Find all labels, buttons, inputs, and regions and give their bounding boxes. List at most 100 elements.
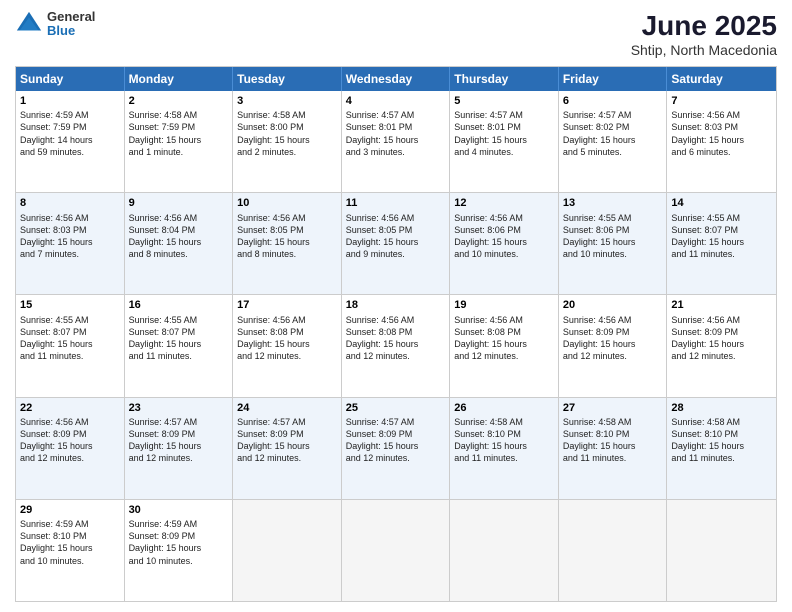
day-number: 14 <box>671 196 772 210</box>
day-number: 30 <box>129 503 229 517</box>
cell-info: Sunrise: 4:56 AM Sunset: 8:06 PM Dayligh… <box>454 212 554 261</box>
day-number: 3 <box>237 94 337 108</box>
calendar-cell: 10Sunrise: 4:56 AM Sunset: 8:05 PM Dayli… <box>233 193 342 294</box>
logo: General Blue <box>15 10 95 39</box>
logo-general: General <box>47 10 95 24</box>
calendar-cell <box>559 500 668 601</box>
calendar-cell: 19Sunrise: 4:56 AM Sunset: 8:08 PM Dayli… <box>450 295 559 396</box>
calendar-cell: 24Sunrise: 4:57 AM Sunset: 8:09 PM Dayli… <box>233 398 342 499</box>
cell-info: Sunrise: 4:56 AM Sunset: 8:09 PM Dayligh… <box>563 314 663 363</box>
calendar-header-cell: Thursday <box>450 67 559 91</box>
calendar-cell: 23Sunrise: 4:57 AM Sunset: 8:09 PM Dayli… <box>125 398 234 499</box>
day-number: 19 <box>454 298 554 312</box>
cell-info: Sunrise: 4:56 AM Sunset: 8:05 PM Dayligh… <box>346 212 446 261</box>
calendar-cell: 4Sunrise: 4:57 AM Sunset: 8:01 PM Daylig… <box>342 91 451 192</box>
cell-info: Sunrise: 4:56 AM Sunset: 8:04 PM Dayligh… <box>129 212 229 261</box>
day-number: 26 <box>454 401 554 415</box>
logo-blue: Blue <box>47 24 95 38</box>
day-number: 24 <box>237 401 337 415</box>
calendar-cell: 3Sunrise: 4:58 AM Sunset: 8:00 PM Daylig… <box>233 91 342 192</box>
calendar-cell: 14Sunrise: 4:55 AM Sunset: 8:07 PM Dayli… <box>667 193 776 294</box>
cell-info: Sunrise: 4:55 AM Sunset: 8:07 PM Dayligh… <box>20 314 120 363</box>
calendar-cell: 30Sunrise: 4:59 AM Sunset: 8:09 PM Dayli… <box>125 500 234 601</box>
cell-info: Sunrise: 4:57 AM Sunset: 8:09 PM Dayligh… <box>237 416 337 465</box>
calendar-body: 1Sunrise: 4:59 AM Sunset: 7:59 PM Daylig… <box>16 91 776 601</box>
cell-info: Sunrise: 4:56 AM Sunset: 8:08 PM Dayligh… <box>346 314 446 363</box>
calendar-header-cell: Wednesday <box>342 67 451 91</box>
calendar-header-cell: Tuesday <box>233 67 342 91</box>
cell-info: Sunrise: 4:55 AM Sunset: 8:07 PM Dayligh… <box>129 314 229 363</box>
day-number: 8 <box>20 196 120 210</box>
cell-info: Sunrise: 4:58 AM Sunset: 8:10 PM Dayligh… <box>563 416 663 465</box>
day-number: 1 <box>20 94 120 108</box>
cell-info: Sunrise: 4:55 AM Sunset: 8:06 PM Dayligh… <box>563 212 663 261</box>
calendar-row: 15 Sunrise: 4:55 AM Sunset: 8:07 PM Dayli… <box>16 294 776 396</box>
day-number: 29 <box>20 503 120 517</box>
calendar-cell: 17Sunrise: 4:56 AM Sunset: 8:08 PM Dayli… <box>233 295 342 396</box>
calendar-cell <box>450 500 559 601</box>
cell-info: Sunrise: 4:59 AM Sunset: 7:59 PM Dayligh… <box>20 109 120 158</box>
cell-info: Sunrise: 4:58 AM Sunset: 8:10 PM Dayligh… <box>671 416 772 465</box>
calendar-cell: 2Sunrise: 4:58 AM Sunset: 7:59 PM Daylig… <box>125 91 234 192</box>
cell-info: Sunrise: 4:57 AM Sunset: 8:09 PM Dayligh… <box>129 416 229 465</box>
subtitle: Shtip, North Macedonia <box>631 42 777 58</box>
day-number: 22 <box>20 401 120 415</box>
calendar-cell: 18 Sunrise: 4:56 AM Sunset: 8:08 PM Dayli… <box>342 295 451 396</box>
calendar-row: 8 Sunrise: 4:56 AM Sunset: 8:03 PM Daylig… <box>16 192 776 294</box>
calendar-cell: 21Sunrise: 4:56 AM Sunset: 8:09 PM Dayli… <box>667 295 776 396</box>
calendar-cell <box>667 500 776 601</box>
day-number: 9 <box>129 196 229 210</box>
cell-info: Sunrise: 4:56 AM Sunset: 8:03 PM Dayligh… <box>20 212 120 261</box>
cell-info: Sunrise: 4:57 AM Sunset: 8:01 PM Dayligh… <box>346 109 446 158</box>
calendar-cell: 26Sunrise: 4:58 AM Sunset: 8:10 PM Dayli… <box>450 398 559 499</box>
day-number: 20 <box>563 298 663 312</box>
day-number: 27 <box>563 401 663 415</box>
day-number: 16 <box>129 298 229 312</box>
day-number: 23 <box>129 401 229 415</box>
calendar-cell <box>233 500 342 601</box>
calendar-cell: 22Sunrise: 4:56 AM Sunset: 8:09 PM Dayli… <box>16 398 125 499</box>
logo-icon <box>15 10 43 38</box>
calendar-header: SundayMondayTuesdayWednesdayThursdayFrid… <box>16 67 776 91</box>
cell-info: Sunrise: 4:56 AM Sunset: 8:09 PM Dayligh… <box>671 314 772 363</box>
calendar-row: 22Sunrise: 4:56 AM Sunset: 8:09 PM Dayli… <box>16 397 776 499</box>
day-number: 28 <box>671 401 772 415</box>
calendar-cell: 7Sunrise: 4:56 AM Sunset: 8:03 PM Daylig… <box>667 91 776 192</box>
calendar-row: 1Sunrise: 4:59 AM Sunset: 7:59 PM Daylig… <box>16 91 776 192</box>
cell-info: Sunrise: 4:57 AM Sunset: 8:01 PM Dayligh… <box>454 109 554 158</box>
calendar-row: 29Sunrise: 4:59 AM Sunset: 8:10 PM Dayli… <box>16 499 776 601</box>
main-title: June 2025 <box>631 10 777 42</box>
day-number: 2 <box>129 94 229 108</box>
title-block: June 2025 Shtip, North Macedonia <box>631 10 777 58</box>
cell-info: Sunrise: 4:59 AM Sunset: 8:10 PM Dayligh… <box>20 518 120 567</box>
day-number: 18 <box>346 298 446 312</box>
cell-info: Sunrise: 4:58 AM Sunset: 8:00 PM Dayligh… <box>237 109 337 158</box>
calendar-cell: 15 Sunrise: 4:55 AM Sunset: 8:07 PM Dayli… <box>16 295 125 396</box>
calendar-cell: 5Sunrise: 4:57 AM Sunset: 8:01 PM Daylig… <box>450 91 559 192</box>
day-number: 15 <box>20 298 120 312</box>
day-number: 12 <box>454 196 554 210</box>
cell-info: Sunrise: 4:56 AM Sunset: 8:08 PM Dayligh… <box>237 314 337 363</box>
calendar-cell: 11 Sunrise: 4:56 AM Sunset: 8:05 PM Dayli… <box>342 193 451 294</box>
calendar-cell: 16 Sunrise: 4:55 AM Sunset: 8:07 PM Dayli… <box>125 295 234 396</box>
day-number: 11 <box>346 196 446 210</box>
calendar-header-cell: Monday <box>125 67 234 91</box>
calendar-cell: 13Sunrise: 4:55 AM Sunset: 8:06 PM Dayli… <box>559 193 668 294</box>
calendar-cell: 6Sunrise: 4:57 AM Sunset: 8:02 PM Daylig… <box>559 91 668 192</box>
calendar: SundayMondayTuesdayWednesdayThursdayFrid… <box>15 66 777 602</box>
logo-text: General Blue <box>47 10 95 39</box>
day-number: 7 <box>671 94 772 108</box>
day-number: 25 <box>346 401 446 415</box>
calendar-cell: 27Sunrise: 4:58 AM Sunset: 8:10 PM Dayli… <box>559 398 668 499</box>
calendar-cell: 28Sunrise: 4:58 AM Sunset: 8:10 PM Dayli… <box>667 398 776 499</box>
calendar-cell: 29Sunrise: 4:59 AM Sunset: 8:10 PM Dayli… <box>16 500 125 601</box>
cell-info: Sunrise: 4:59 AM Sunset: 8:09 PM Dayligh… <box>129 518 229 567</box>
calendar-cell: 12 Sunrise: 4:56 AM Sunset: 8:06 PM Dayli… <box>450 193 559 294</box>
day-number: 4 <box>346 94 446 108</box>
calendar-cell <box>342 500 451 601</box>
page: General Blue June 2025 Shtip, North Mace… <box>0 0 792 612</box>
cell-info: Sunrise: 4:56 AM Sunset: 8:09 PM Dayligh… <box>20 416 120 465</box>
header: General Blue June 2025 Shtip, North Mace… <box>15 10 777 58</box>
calendar-cell: 9 Sunrise: 4:56 AM Sunset: 8:04 PM Daylig… <box>125 193 234 294</box>
calendar-header-cell: Friday <box>559 67 668 91</box>
